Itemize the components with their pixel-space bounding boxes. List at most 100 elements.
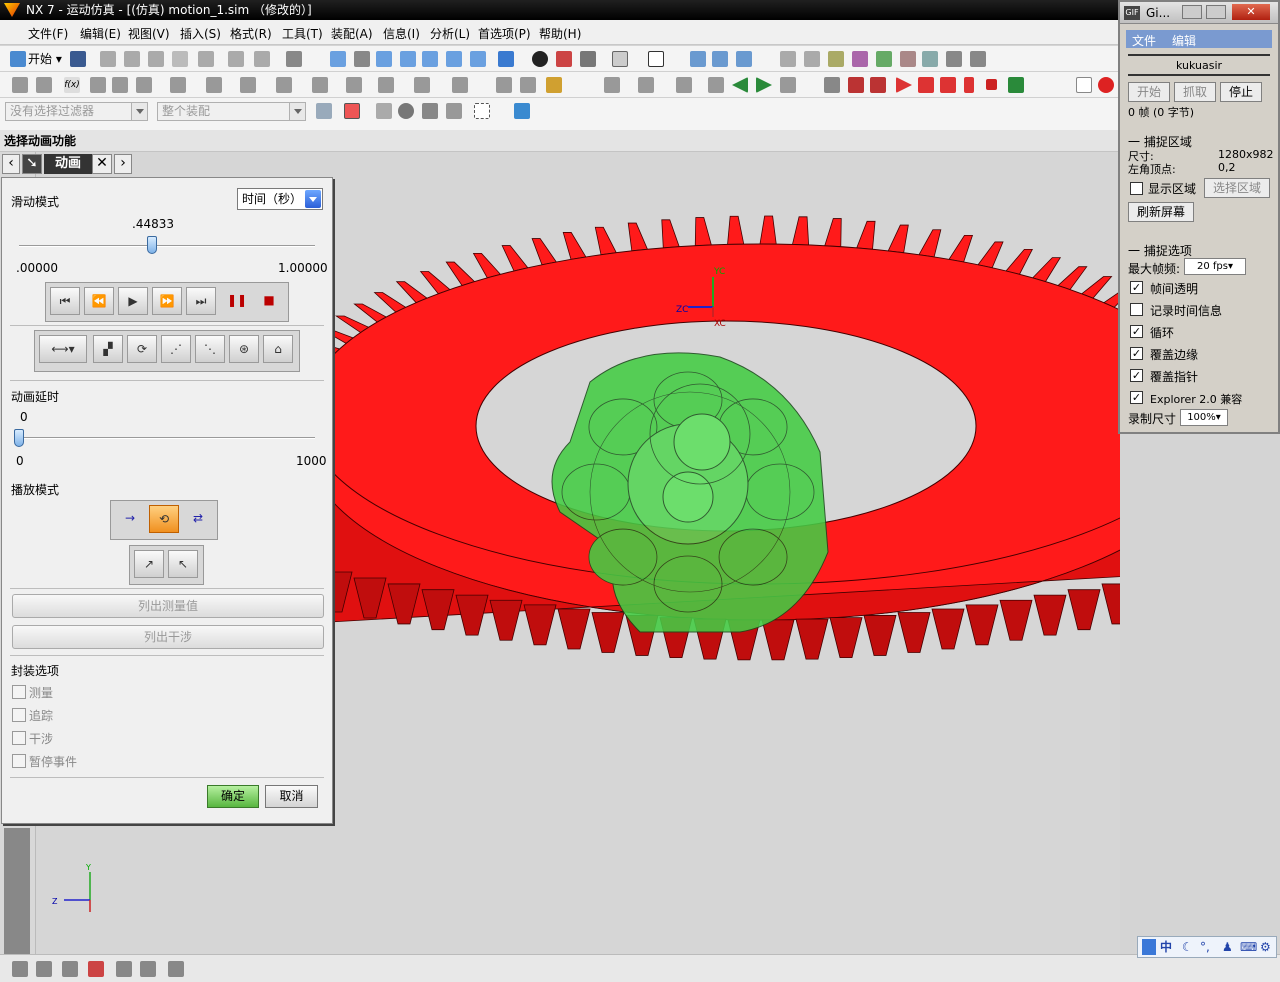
contact-icon[interactable] (876, 51, 892, 67)
spring-icon[interactable] (780, 51, 796, 67)
fast-forward-button[interactable]: ⏭ (186, 287, 216, 315)
menu-assembly[interactable]: 装配(A) (331, 25, 373, 42)
menu-insert[interactable]: 插入(S) (180, 25, 221, 42)
force-icon[interactable] (828, 51, 844, 67)
snap-point-icon[interactable] (344, 103, 360, 119)
measure-icon[interactable] (946, 51, 962, 67)
pause-event-checkbox[interactable] (12, 754, 26, 768)
spreadsheet-icon[interactable] (708, 77, 724, 93)
fast-forward-icon[interactable] (940, 77, 956, 93)
sensor-icon[interactable] (922, 51, 938, 67)
rotate-icon[interactable] (422, 51, 438, 67)
fit-icon[interactable] (330, 51, 346, 67)
reset-icon[interactable] (780, 77, 796, 93)
selection-icon[interactable] (286, 51, 302, 67)
refresh-screen-button[interactable]: 刷新屏幕 (1128, 202, 1194, 222)
face-rule-icon[interactable] (398, 103, 414, 119)
damper-icon[interactable] (804, 51, 820, 67)
home-button[interactable]: ⌂ (263, 335, 293, 363)
time-slider-thumb[interactable] (146, 236, 157, 254)
load-transfer-icon[interactable] (676, 77, 692, 93)
page-icon[interactable] (1076, 77, 1092, 93)
status-tool-icon[interactable] (12, 961, 28, 977)
gif-menu-file[interactable]: 文件 (1132, 32, 1156, 49)
reverse-loop-button[interactable]: ⇄ (183, 505, 213, 533)
solver-icon[interactable] (12, 77, 28, 93)
loop-button[interactable]: ⟲ (149, 505, 179, 533)
gif-grab-button[interactable]: 抓取 (1174, 82, 1216, 102)
keyboard-icon[interactable]: ⌨ (1240, 937, 1257, 957)
play-once-button[interactable]: → (115, 505, 145, 533)
link-icon[interactable] (712, 51, 728, 67)
cable-icon[interactable] (240, 77, 256, 93)
transparent-checkbox[interactable]: ✓ (1130, 281, 1143, 294)
save-icon[interactable] (70, 51, 86, 67)
slide-mode-select[interactable]: 时间（秒） (237, 188, 323, 210)
background-icon[interactable] (532, 51, 548, 67)
step-forward-button[interactable]: ⏩ (152, 287, 182, 315)
explode-icon[interactable] (496, 77, 512, 93)
cancel-button[interactable]: 取消 (265, 785, 318, 808)
rewind-to-start-icon[interactable] (848, 77, 864, 93)
animation-icon[interactable] (546, 77, 562, 93)
record-size-select[interactable]: 100%▾ (1180, 409, 1228, 426)
ime-menu-icon[interactable]: ⚙ (1260, 937, 1271, 957)
tracer-icon[interactable] (452, 77, 468, 93)
sensor-plot-icon[interactable] (638, 77, 654, 93)
ime-toolbar[interactable]: 中 ☾ °, ♟ ⌨ ⚙ (1137, 936, 1277, 958)
trace-button[interactable]: ⟳ (127, 335, 157, 363)
coupler-icon[interactable] (206, 77, 222, 93)
step-forward-icon[interactable] (756, 77, 772, 93)
chain-icon[interactable] (136, 77, 152, 93)
assembly-nav-icon[interactable] (62, 961, 78, 977)
restore-icon[interactable] (1206, 5, 1226, 19)
punctuation-icon[interactable]: °, (1200, 937, 1210, 957)
delay-slider-track[interactable] (19, 437, 315, 439)
step-back-button[interactable]: ⏪ (84, 287, 114, 315)
interference-icon[interactable] (414, 77, 430, 93)
list-interference-button[interactable]: 列出干涉 (12, 625, 324, 649)
ime-mode[interactable]: 中 (1160, 937, 1172, 957)
menu-tools[interactable]: 工具(T) (282, 25, 323, 42)
curve-icon[interactable] (90, 77, 106, 93)
undo-icon[interactable] (198, 51, 214, 67)
export-icon[interactable] (1008, 77, 1024, 93)
history-icon[interactable] (140, 961, 156, 977)
interference-button[interactable]: ⊛ (229, 335, 259, 363)
gif-menu-edit[interactable]: 编辑 (1172, 32, 1196, 49)
menu-file[interactable]: 文件(F) (28, 25, 68, 42)
user-icon[interactable]: ♟ (1222, 937, 1233, 957)
torque-icon[interactable] (852, 51, 868, 67)
part-nav-icon[interactable] (116, 961, 132, 977)
cover-edge-checkbox[interactable]: ✓ (1130, 347, 1143, 360)
render-style-icon[interactable] (498, 51, 514, 67)
ok-button[interactable]: 确定 (207, 785, 259, 808)
repeat-icon[interactable] (228, 51, 244, 67)
stop-constraint-icon[interactable] (312, 77, 328, 93)
unexplode-button[interactable]: ⋱ (195, 335, 225, 363)
time-slider-track[interactable] (19, 245, 315, 247)
trace-icon[interactable] (970, 51, 986, 67)
step-back-icon[interactable] (732, 77, 748, 93)
chain-select-icon[interactable] (446, 103, 462, 119)
show-area-checkbox[interactable] (1130, 182, 1143, 195)
tool-icon[interactable] (254, 51, 270, 67)
play-icon[interactable] (896, 77, 912, 93)
spline-icon[interactable] (112, 77, 128, 93)
roles-icon[interactable] (168, 961, 184, 977)
explode-button[interactable]: ⋰ (161, 335, 191, 363)
function-icon[interactable]: f(x) (64, 77, 80, 93)
load-icon[interactable] (346, 77, 362, 93)
max-fps-select[interactable]: 20 fps▾ (1184, 258, 1246, 275)
list-measurements-button[interactable]: 列出测量值 (12, 594, 324, 618)
snapshot-button[interactable]: ▞ (93, 335, 123, 363)
layer-icon[interactable] (612, 51, 628, 67)
step-forward-red-icon[interactable] (918, 77, 934, 93)
stop-button[interactable]: ■ (254, 287, 284, 315)
time-info-checkbox[interactable] (1130, 303, 1143, 316)
pan-icon[interactable] (446, 51, 462, 67)
zoom-icon[interactable] (376, 51, 392, 67)
copy-icon[interactable] (124, 51, 140, 67)
paste-icon[interactable] (148, 51, 164, 67)
play-forward-button[interactable]: ↗ (134, 550, 164, 578)
